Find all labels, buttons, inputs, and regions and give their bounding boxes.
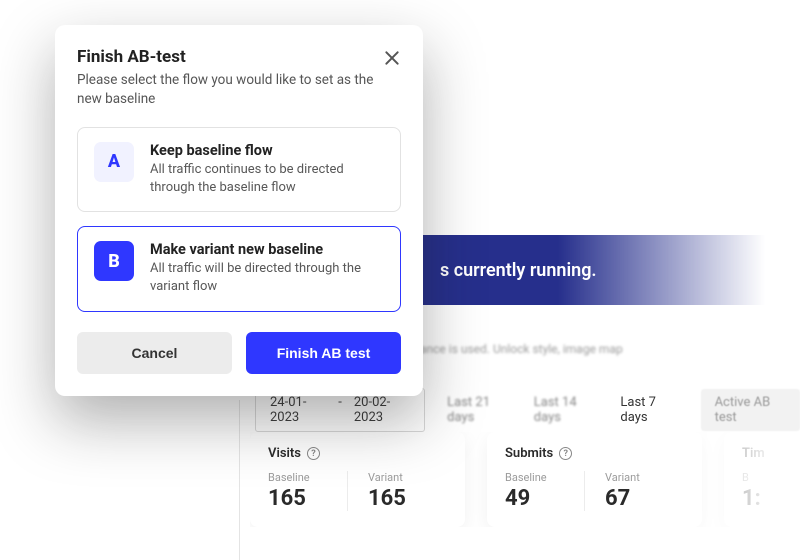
- filter-active-ab-test[interactable]: Active AB test: [701, 389, 800, 431]
- divider-line: [239, 400, 240, 560]
- card-time: Tim B 1:: [724, 432, 800, 527]
- filter-14-days[interactable]: Last 14 days: [534, 395, 599, 425]
- help-icon[interactable]: ?: [559, 447, 572, 460]
- submits-title: Submits: [505, 446, 553, 461]
- option-b-desc: All traffic will be directed through the…: [150, 260, 384, 296]
- close-icon[interactable]: [383, 49, 401, 67]
- option-keep-baseline[interactable]: A Keep baseline flow All traffic continu…: [77, 127, 401, 212]
- help-icon[interactable]: ?: [307, 447, 320, 460]
- card-submits: Submits ? Baseline 49 Variant 67: [487, 432, 702, 527]
- cancel-button[interactable]: Cancel: [77, 332, 232, 374]
- finish-ab-test-button[interactable]: Finish AB test: [246, 332, 401, 374]
- submits-variant-value: 67: [605, 486, 684, 511]
- finish-abtest-modal: Finish AB-test Please select the flow yo…: [55, 25, 423, 396]
- option-b-title: Make variant new baseline: [150, 241, 384, 258]
- visits-variant-label: Variant: [368, 471, 447, 484]
- submits-baseline-value: 49: [505, 486, 584, 511]
- modal-title: Finish AB-test: [77, 47, 383, 67]
- time-baseline-value: 1:: [742, 486, 800, 511]
- visits-variant-value: 165: [368, 486, 447, 511]
- submits-variant-label: Variant: [605, 471, 684, 484]
- submits-baseline-label: Baseline: [505, 471, 584, 484]
- date-sep: -: [338, 395, 342, 425]
- banner-text: s currently running.: [440, 260, 597, 281]
- option-a-title: Keep baseline flow: [150, 142, 384, 159]
- option-a-badge: A: [94, 142, 134, 182]
- time-title: Tim: [742, 446, 765, 461]
- time-baseline-label: B: [742, 471, 800, 484]
- visits-baseline-label: Baseline: [268, 471, 347, 484]
- filter-7-days[interactable]: Last 7 days: [620, 395, 678, 425]
- visits-title: Visits: [268, 446, 301, 461]
- date-to: 20-02-2023: [354, 395, 410, 425]
- modal-subtitle: Please select the flow you would like to…: [77, 71, 383, 109]
- sub-banner-text: ance is used. Unlock style, image map: [420, 342, 623, 356]
- stats-row: Visits ? Baseline 165 Variant 165 Submit…: [250, 432, 800, 527]
- filter-21-days[interactable]: Last 21 days: [447, 395, 512, 425]
- option-make-variant-baseline[interactable]: B Make variant new baseline All traffic …: [77, 226, 401, 311]
- card-visits: Visits ? Baseline 165 Variant 165: [250, 432, 465, 527]
- option-b-badge: B: [94, 241, 134, 281]
- visits-baseline-value: 165: [268, 486, 347, 511]
- option-a-desc: All traffic continues to be directed thr…: [150, 161, 384, 197]
- date-from: 24-01-2023: [270, 395, 326, 425]
